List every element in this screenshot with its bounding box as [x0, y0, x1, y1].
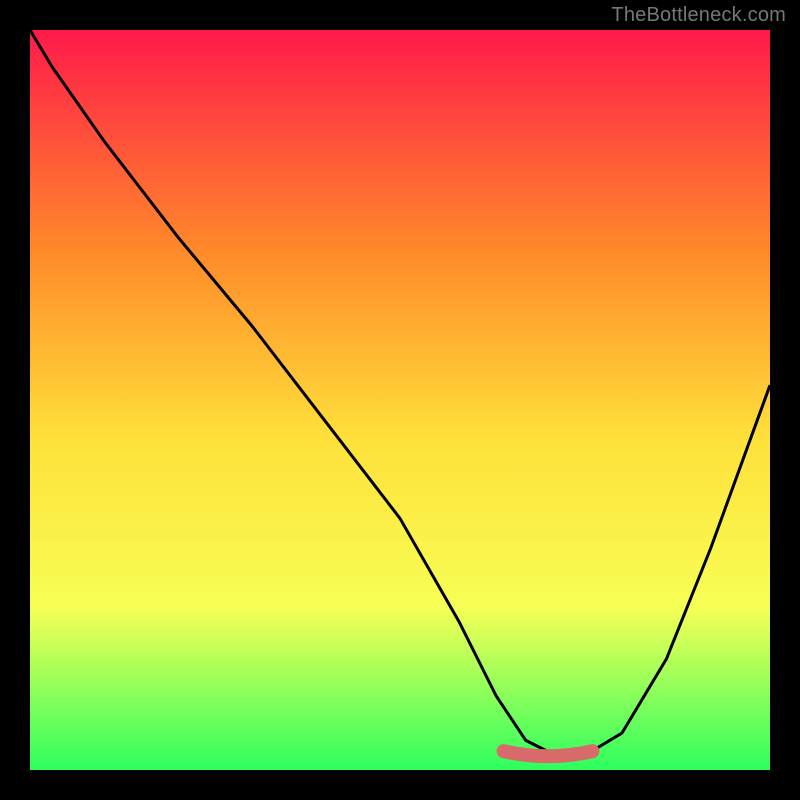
watermark-text: TheBottleneck.com	[611, 4, 786, 27]
bottleneck-chart	[0, 0, 800, 800]
chart-frame: { "watermark": "TheBottleneck.com", "col…	[0, 0, 800, 800]
plot-background	[30, 30, 770, 770]
optimal-range-marker	[504, 751, 593, 756]
